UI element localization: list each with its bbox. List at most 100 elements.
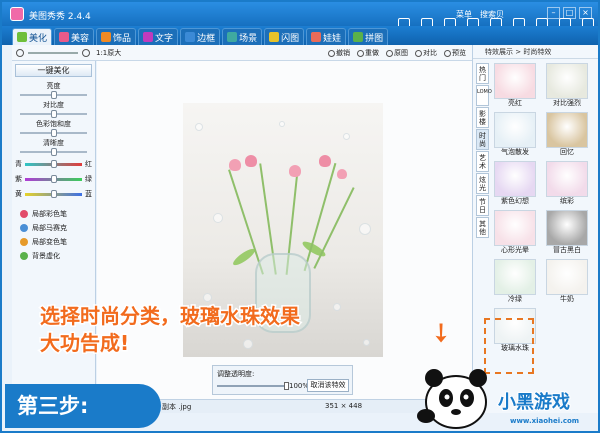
- tab-8[interactable]: 拼图: [348, 28, 389, 45]
- tab-icon: [185, 32, 196, 42]
- slider-label: 色彩饱和度: [36, 120, 71, 128]
- color-balance-row: 青红: [15, 159, 92, 169]
- cancel-effect-button[interactable]: 取消该特效: [307, 379, 349, 392]
- effect-thumb[interactable]: 冒古黑白: [543, 210, 591, 256]
- edit-tool-label: 重做: [365, 49, 379, 57]
- tab-label: 拼图: [365, 33, 384, 44]
- brush-icon: [20, 252, 28, 260]
- effect-thumb[interactable]: 牛奶: [543, 259, 591, 305]
- slider-handle[interactable]: [50, 174, 57, 183]
- effect-name: 牛奶: [560, 295, 574, 303]
- category-tab-6[interactable]: 节日: [476, 195, 489, 216]
- edit-tool-4[interactable]: 预览: [444, 48, 466, 58]
- effect-thumb[interactable]: 回忆: [543, 112, 591, 158]
- tab-7[interactable]: 娃娃: [306, 28, 347, 45]
- local-tool-2[interactable]: 局部变色笔: [20, 237, 95, 247]
- effect-thumb[interactable]: 缤彩: [543, 161, 591, 207]
- color-balance-slider[interactable]: [25, 174, 82, 183]
- color-right-label: 蓝: [85, 190, 92, 198]
- effect-thumb[interactable]: 气泡散发: [491, 112, 539, 158]
- effect-thumb[interactable]: 紫色幻想: [491, 161, 539, 207]
- effect-thumb[interactable]: 冷绿: [491, 259, 539, 305]
- edit-tool-2[interactable]: 原图: [386, 48, 408, 58]
- edit-tool-label: 撤销: [336, 49, 350, 57]
- opacity-value: 100%: [289, 382, 310, 390]
- effect-thumb[interactable]: 对比强烈: [543, 63, 591, 109]
- category-tab-4[interactable]: 艺术: [476, 151, 489, 172]
- app-logo-icon: [10, 7, 24, 21]
- tab-icon: [101, 32, 112, 42]
- local-tool-label: 局部马赛克: [32, 224, 67, 232]
- edit-tool-1[interactable]: 重做: [357, 48, 379, 58]
- adjust-slider[interactable]: [20, 148, 87, 156]
- opacity-label: 调整透明度:: [217, 370, 255, 378]
- slider-handle[interactable]: [50, 148, 57, 156]
- edit-tool-label: 对比: [423, 49, 437, 57]
- effect-thumb[interactable]: 亮红: [491, 63, 539, 109]
- adjust-slider[interactable]: [20, 110, 87, 118]
- effect-name: 心形光晕: [501, 246, 529, 254]
- effect-thumb[interactable]: 心形光晕: [491, 210, 539, 256]
- brand-url: www.xiaohei.com: [510, 417, 580, 425]
- brush-icon: [20, 210, 28, 218]
- tab-6[interactable]: 闪图: [264, 28, 305, 45]
- edit-tool-label: 原图: [394, 49, 408, 57]
- category-tab-1[interactable]: LOMO: [476, 85, 492, 106]
- slider-handle[interactable]: [50, 129, 57, 137]
- tab-3[interactable]: 文字: [138, 28, 179, 45]
- tab-2[interactable]: 饰品: [96, 28, 137, 45]
- edit-tool-0[interactable]: 撤销: [328, 48, 350, 58]
- category-tab-7[interactable]: 其他: [476, 217, 489, 238]
- tab-icon: [17, 32, 27, 42]
- adjust-slider[interactable]: [20, 129, 87, 137]
- local-tool-1[interactable]: 局部马赛克: [20, 223, 95, 233]
- tab-5[interactable]: 场景: [222, 28, 263, 45]
- edit-tool-icon: [357, 49, 364, 57]
- edit-tool-icon: [328, 49, 335, 57]
- slider-handle[interactable]: [50, 189, 57, 198]
- local-tool-0[interactable]: 局部彩色笔: [20, 209, 95, 219]
- brand-logo: 小黑游戏: [497, 391, 571, 414]
- local-tool-label: 局部彩色笔: [32, 210, 67, 218]
- file-name: 副本 .jpg: [162, 403, 192, 411]
- slider-handle[interactable]: [50, 159, 57, 168]
- effect-preview-image: [546, 259, 588, 295]
- effect-preview-image: [494, 161, 536, 197]
- effect-preview-image: [494, 259, 536, 295]
- color-balance-slider[interactable]: [25, 159, 82, 168]
- opacity-slider[interactable]: [217, 382, 289, 390]
- color-balance-slider[interactable]: [25, 189, 82, 198]
- color-left-label: 青: [15, 160, 22, 168]
- edit-tool-3[interactable]: 对比: [415, 48, 437, 58]
- effect-preview-image: [546, 112, 588, 148]
- effect-name: 回忆: [560, 148, 574, 156]
- actual-size-button[interactable]: 1:1原大: [96, 48, 121, 58]
- step-badge: 第三步:: [5, 384, 161, 428]
- one-click-beautify-button[interactable]: 一键美化: [15, 64, 92, 77]
- tab-4[interactable]: 边框: [180, 28, 221, 45]
- slider-handle[interactable]: [50, 91, 57, 99]
- zoom-in-icon[interactable]: [82, 49, 90, 57]
- zoom-slider[interactable]: [28, 52, 78, 54]
- tab-0[interactable]: 美化: [12, 28, 53, 45]
- effect-preview-image: [546, 210, 588, 246]
- category-tab-2[interactable]: 影楼: [476, 107, 489, 128]
- color-balance-row: 黄蓝: [15, 189, 92, 199]
- effect-name: 对比强烈: [553, 99, 581, 107]
- edit-tool-label: 预览: [452, 49, 466, 57]
- tab-icon: [143, 32, 154, 42]
- category-tab-5[interactable]: 炫光: [476, 173, 489, 194]
- panda-mascot-icon: [417, 369, 487, 429]
- zoom-out-icon[interactable]: [16, 49, 24, 57]
- brush-icon: [20, 238, 28, 246]
- opacity-control: 调整透明度: 100% 取消该特效: [212, 365, 353, 395]
- category-tab-0[interactable]: 热门: [476, 63, 489, 84]
- category-tab-3[interactable]: 时尚: [476, 129, 489, 150]
- effect-preview-image: [494, 210, 536, 246]
- tab-1[interactable]: 美容: [54, 28, 95, 45]
- slider-handle[interactable]: [50, 110, 57, 118]
- effect-name: 冷绿: [508, 295, 522, 303]
- adjust-slider[interactable]: [20, 91, 87, 99]
- local-tool-3[interactable]: 背景虚化: [20, 251, 95, 261]
- tab-label: 文字: [155, 33, 174, 44]
